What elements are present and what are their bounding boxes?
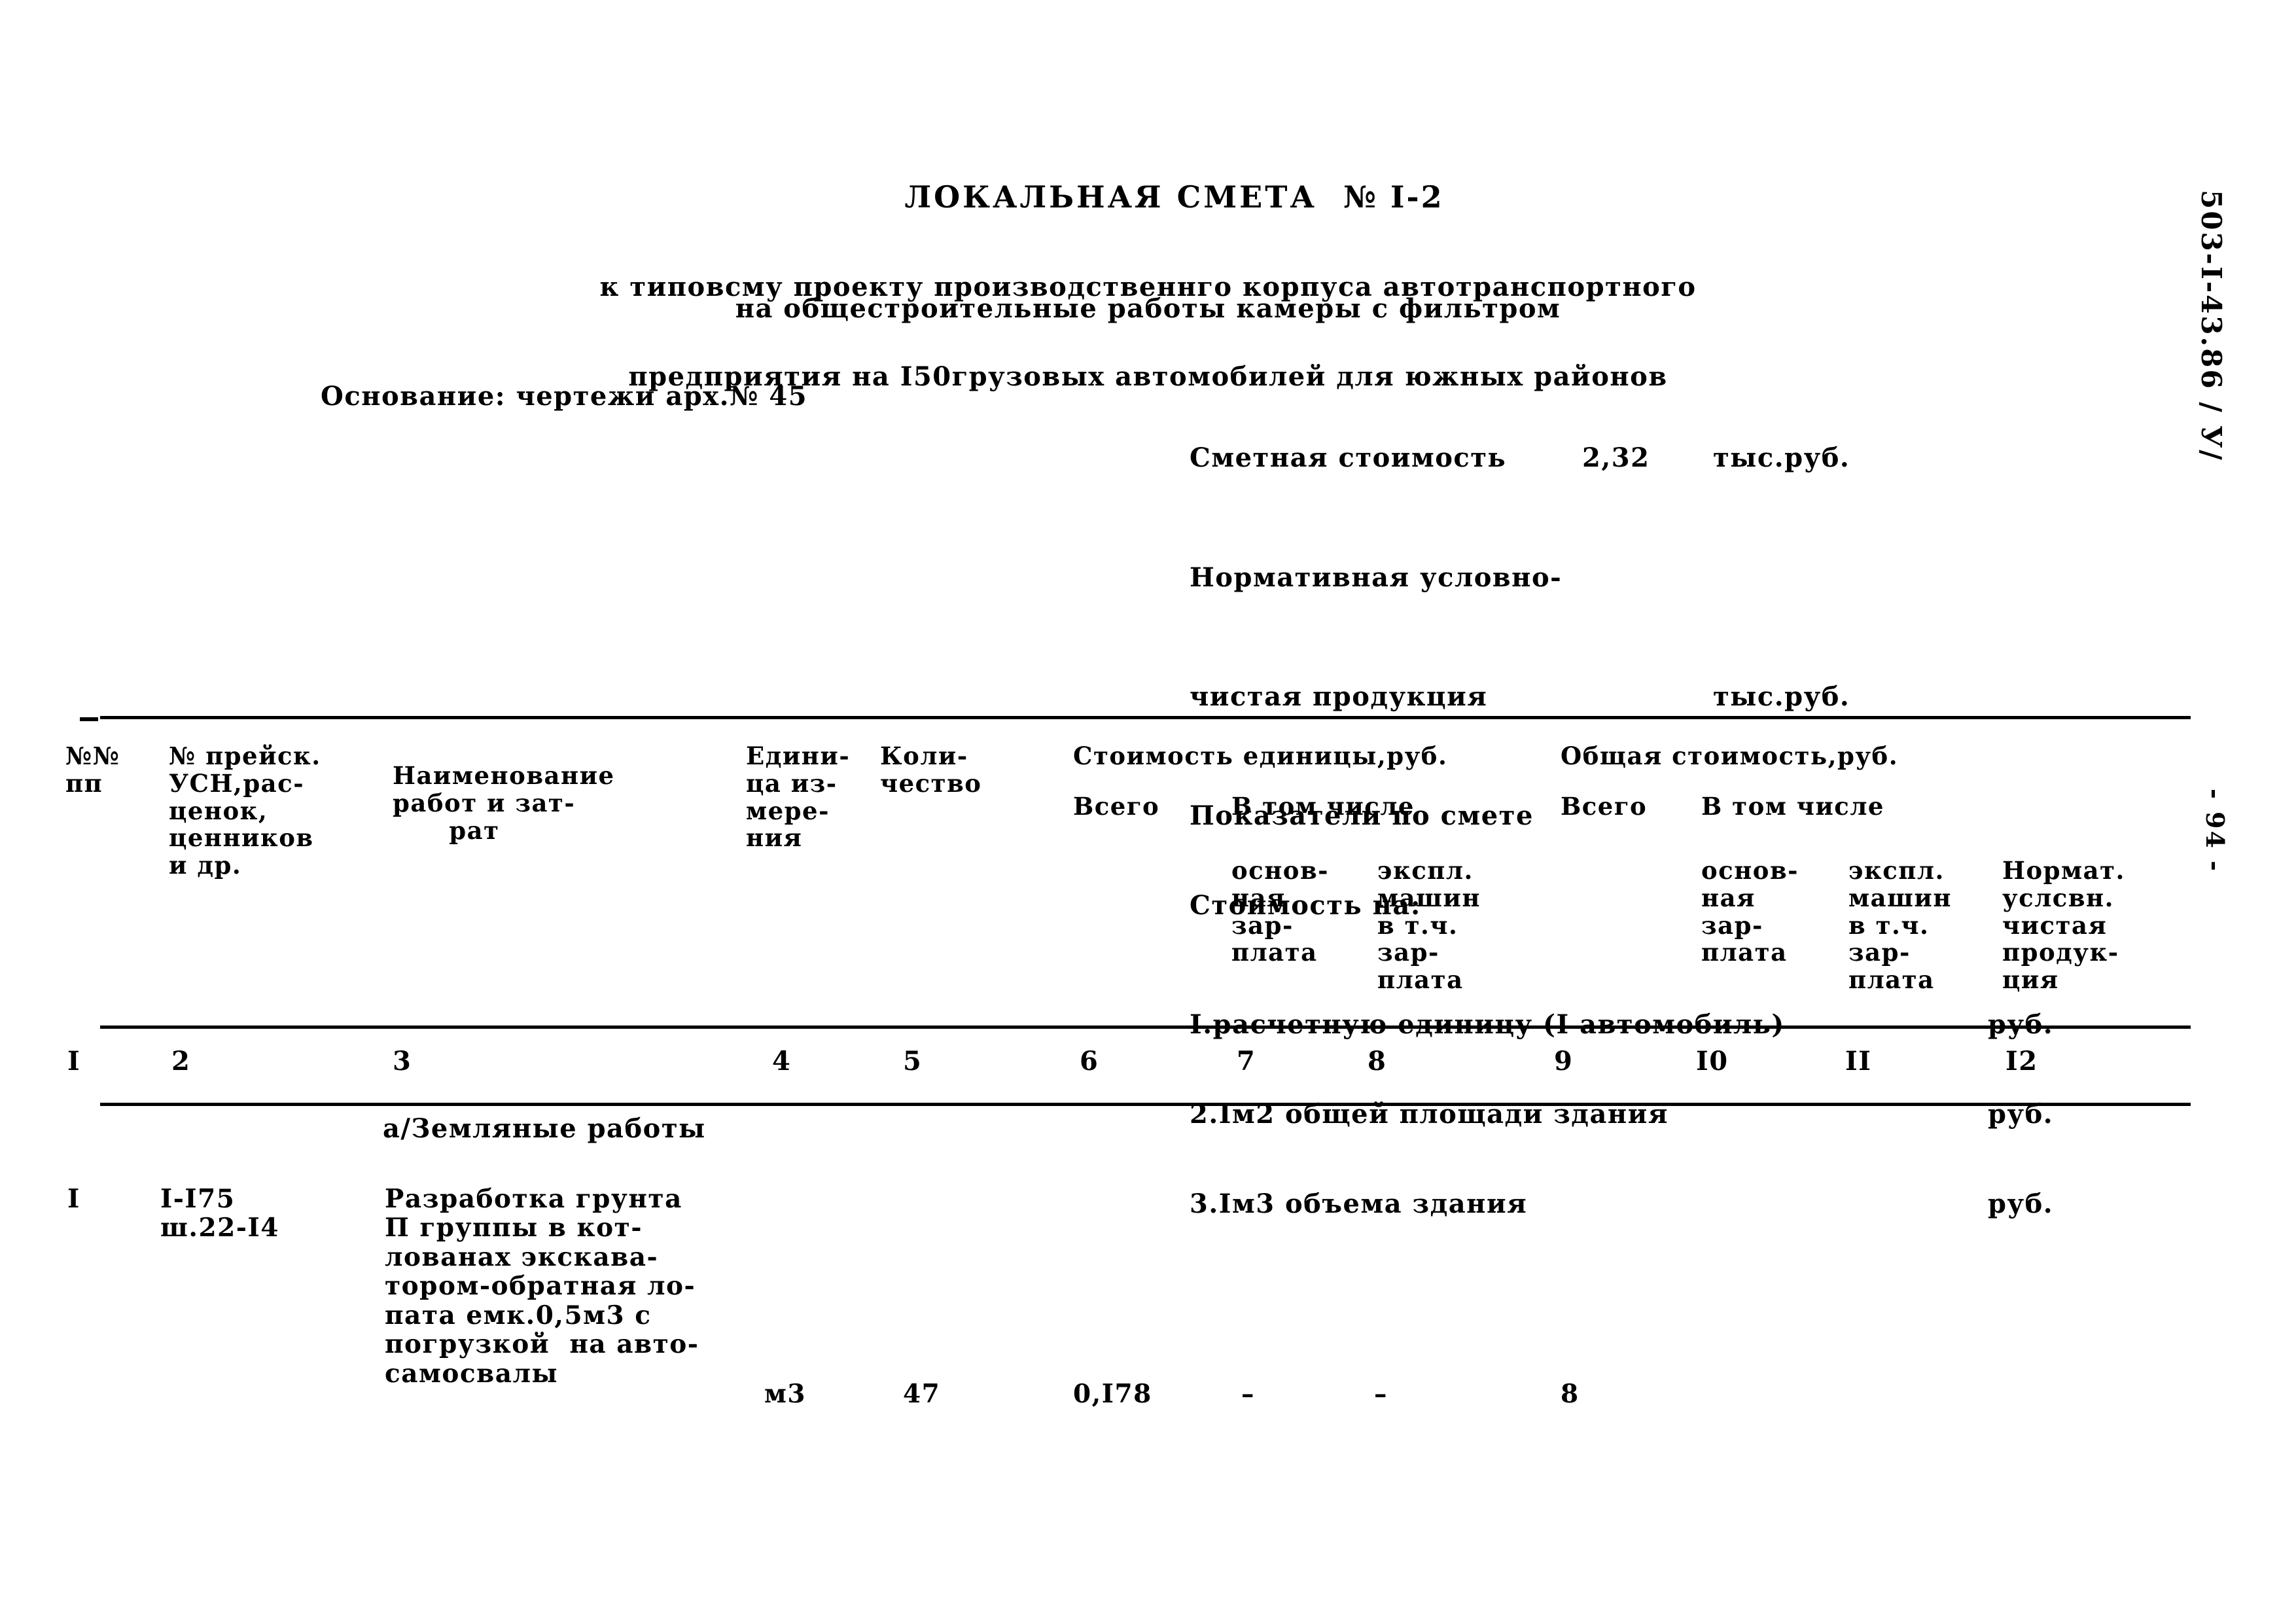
net-output-label-1: Нормативная условно- <box>1190 562 1563 593</box>
th-col-11-machine-oper: экспл. машин в т.ч. зар- плата <box>1848 856 1952 995</box>
th-col-3-work-name: Наименование работ и зат- рат <box>393 761 615 845</box>
estimate-cost-label: Сметная стоимость <box>1190 442 1507 474</box>
table-rule-middle <box>100 1026 2191 1029</box>
colnum-2: 2 <box>171 1046 191 1077</box>
document-page: ЛОКАЛЬНАЯ СМЕТА № I-2 к типовсму проекту… <box>0 0 2296 1623</box>
basis-line: Основание: чертежи арх.№ 45 <box>321 381 808 412</box>
table-left-tick <box>80 717 98 721</box>
th-col-8-machine-oper: экспл. машин в т.ч. зар- плата <box>1377 856 1481 995</box>
summary-estimate-cost: Сметная стоимость 2,32 тыс.руб. <box>1190 443 2053 473</box>
table-row-cell-total: 8 <box>1561 1379 1580 1409</box>
th-col-4-unit: Едини- ца из- мере- ния <box>746 741 851 853</box>
th-group-unit-cost: Стоимость единицы,руб. <box>1073 741 1448 770</box>
summary-net-output: чистая продукция тыс.руб. <box>1190 682 2053 712</box>
estimate-cost-value: 2,32 <box>1582 442 1650 474</box>
table-section-label: а/Земляные работы <box>383 1113 706 1144</box>
table-rule-bottom <box>100 1103 2191 1106</box>
th-col-1-row-number: №№ пп <box>65 741 120 798</box>
table-row-cell-code: I-I75 ш.22-I4 <box>160 1184 279 1243</box>
colnum-12: I2 <box>2005 1046 2038 1077</box>
page-title-number: № I-2 <box>1343 179 1444 215</box>
colnum-5: 5 <box>903 1046 923 1077</box>
net-output-label-2: чистая продукция <box>1190 681 1488 712</box>
colnum-6: 6 <box>1080 1046 1099 1077</box>
colnum-11: II <box>1845 1046 1872 1077</box>
colnum-10: I0 <box>1696 1046 1729 1077</box>
colnum-7: 7 <box>1237 1046 1256 1077</box>
th-col-6-unit-total: Всего <box>1073 792 1160 821</box>
th-group-6-included: В том числе <box>1231 792 1415 821</box>
th-group-total-cost: Общая стоимость,руб. <box>1561 741 1899 770</box>
table-rule-top <box>100 716 2191 719</box>
colnum-8: 8 <box>1368 1046 1387 1077</box>
net-output-unit: тыс.руб. <box>1713 681 1850 712</box>
table-row-cell-number: I <box>67 1184 80 1214</box>
subtitle-line-3: на общестроительные работы камеры с филь… <box>735 293 1561 324</box>
table-row-cell-quantity: 47 <box>903 1379 941 1409</box>
th-col-9-grand-total: Всего <box>1561 792 1648 821</box>
th-group-9-included: В том числе <box>1701 792 1884 821</box>
table-row-cell-unitcost: 0,I78 <box>1073 1379 1152 1409</box>
th-col-7-base-salary: основ- ная зар- плата <box>1231 856 1330 967</box>
summary-item-3-unit: руб. <box>1988 1188 2054 1220</box>
colnum-9: 9 <box>1554 1046 1574 1077</box>
table-row-cell-machine: – <box>1374 1379 1388 1409</box>
colnum-4: 4 <box>772 1046 792 1077</box>
page-title-text: ЛОКАЛЬНАЯ СМЕТА <box>904 179 1317 215</box>
colnum-3: 3 <box>393 1046 412 1077</box>
th-col-12-net-output: Нормат. услсвн. чистая продук- ция <box>2002 856 2125 995</box>
margin-page-number: - 94 - <box>2200 789 2230 873</box>
margin-document-code: 503-I-43.86 / У/ <box>2195 190 2227 462</box>
table-row-cell-workname: Разработка грунта П группы в кот- лована… <box>385 1184 699 1389</box>
table-row-cell-unit: м3 <box>764 1379 807 1409</box>
th-col-10-base-salary: основ- ная зар- плата <box>1701 856 1799 967</box>
th-col-2-price-code: № прейск. УСН,рас- ценок, ценников и др. <box>169 741 321 880</box>
th-col-5-quantity: Коли- чество <box>880 741 982 798</box>
estimate-cost-unit: тыс.руб. <box>1713 442 1850 474</box>
colnum-1: I <box>67 1046 81 1077</box>
table-row-cell-basesal: – <box>1241 1379 1255 1409</box>
summary-block: Сметная стоимость 2,32 тыс.руб. Нормативна… <box>1190 383 2053 1279</box>
summary-item-3: 3.Iм3 объема здания руб. <box>1190 1189 2053 1219</box>
summary-item-3-label: 3.Iм3 объема здания <box>1190 1188 1528 1220</box>
